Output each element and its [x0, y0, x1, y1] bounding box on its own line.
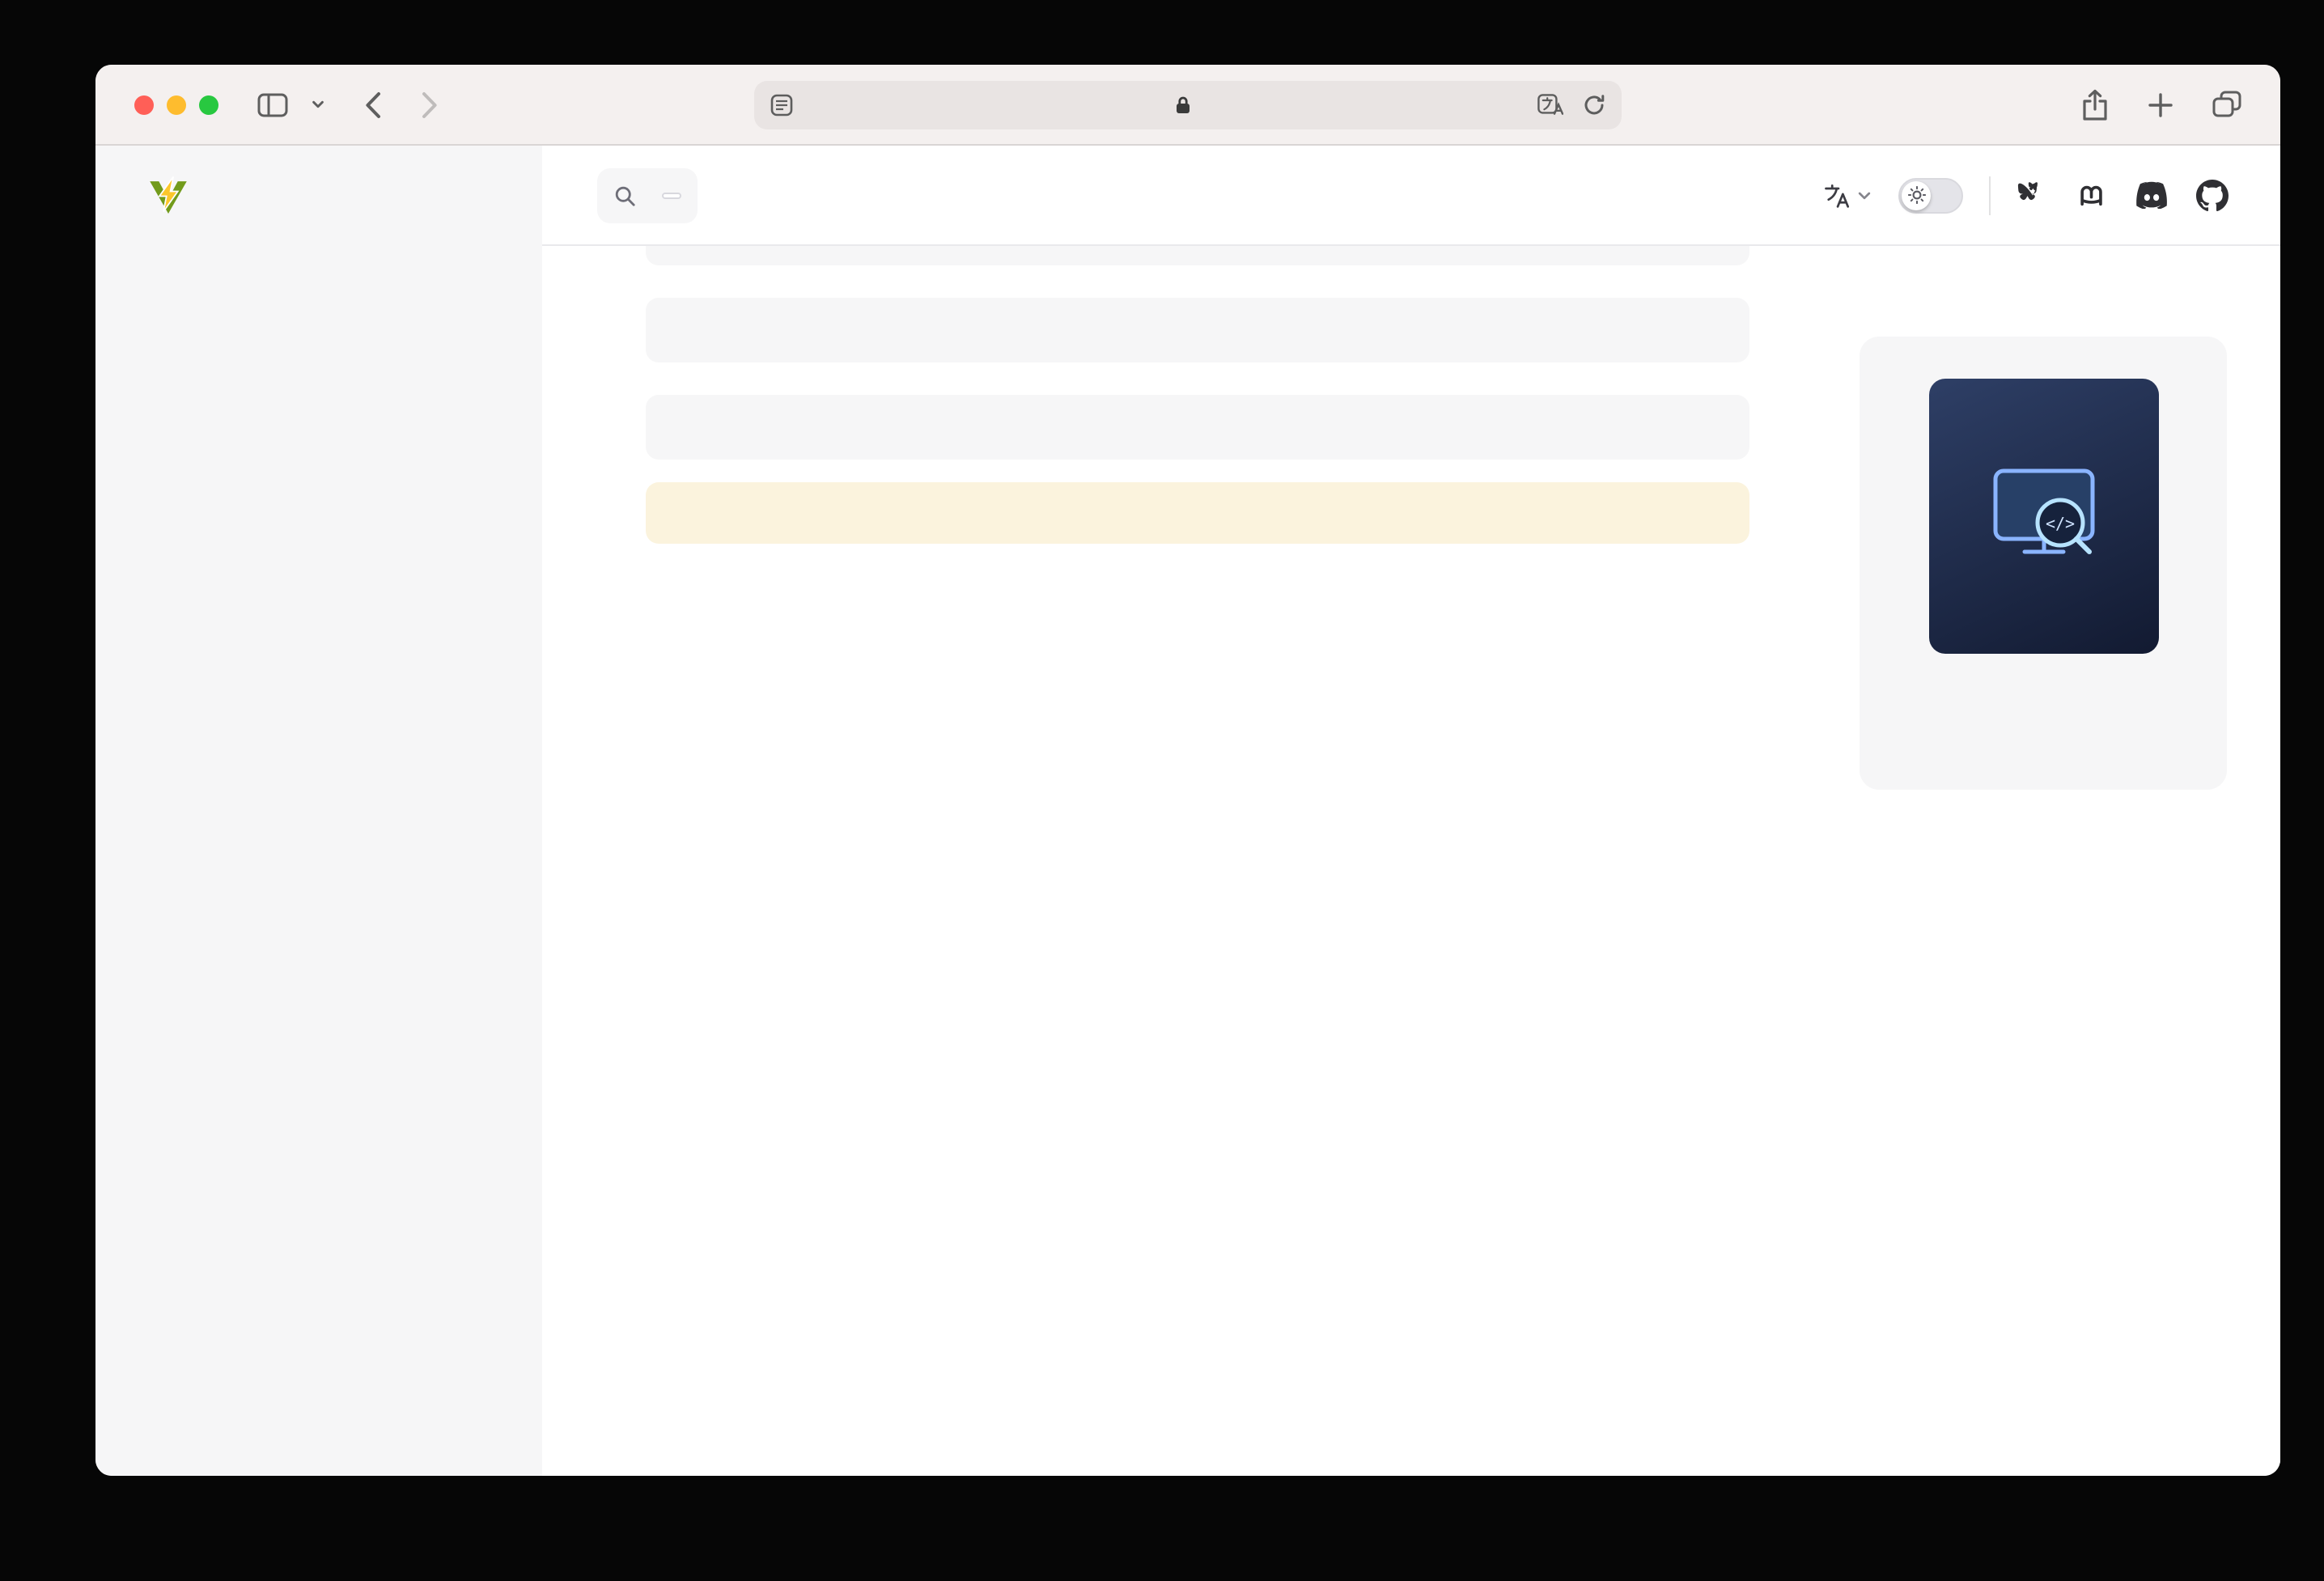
main-area: </>	[542, 146, 2280, 1476]
search-icon	[613, 184, 636, 206]
site-logo[interactable]	[95, 146, 542, 246]
bluesky-icon[interactable]	[2017, 180, 2049, 210]
navbar-extras	[1822, 176, 2229, 214]
sidebar	[95, 146, 542, 1476]
on-this-page: </>	[1860, 246, 2227, 1476]
content-area: </>	[542, 246, 2280, 1476]
toolbar-nav-group	[257, 90, 439, 119]
tab-overview-icon[interactable]	[2212, 91, 2241, 118]
close-window-button[interactable]	[134, 95, 154, 114]
vitest-logo-icon	[147, 175, 189, 217]
navbar-divider	[1989, 176, 1991, 214]
previous-code-block-clipped	[646, 246, 1749, 265]
theme-toggle-knob	[1902, 180, 1931, 210]
warning-callout	[646, 482, 1749, 544]
site-navbar	[542, 146, 2280, 246]
window-controls	[134, 95, 218, 114]
doc-column	[646, 246, 1749, 1476]
sponsor-card[interactable]: </>	[1860, 337, 2227, 790]
code-block-signature[interactable]	[646, 298, 1749, 362]
code-block-example[interactable]	[646, 395, 1749, 460]
language-menu[interactable]	[1822, 180, 1872, 210]
forward-button[interactable]	[421, 90, 439, 119]
discord-icon[interactable]	[2135, 181, 2169, 209]
translate-icon[interactable]	[1537, 94, 1563, 115]
sidebar-nav	[95, 246, 542, 269]
site-frame: </>	[95, 146, 2280, 1476]
chevron-down-icon	[1856, 187, 1872, 203]
theme-toggle[interactable]	[1898, 177, 1963, 213]
language-icon	[1822, 180, 1851, 210]
urlbar-actions	[1537, 93, 1605, 116]
browser-toolbar	[95, 65, 2280, 146]
share-icon[interactable]	[2081, 88, 2109, 121]
sun-icon	[1907, 186, 1925, 204]
reload-icon[interactable]	[1583, 93, 1605, 116]
sidebar-chevron-icon[interactable]	[311, 97, 325, 112]
desktop-background: </>	[0, 0, 2324, 1581]
search-input[interactable]	[597, 167, 698, 223]
sponsor-image: </>	[1928, 379, 2158, 654]
new-tab-icon[interactable]	[2148, 91, 2173, 117]
back-button[interactable]	[364, 90, 382, 119]
social-links	[2017, 179, 2229, 211]
sidebar-toggle-icon[interactable]	[257, 91, 288, 117]
url-text-group	[1175, 95, 1201, 114]
search-shortcut-badge	[662, 192, 681, 198]
code-search-illustration: </>	[1975, 448, 2111, 584]
mastodon-icon[interactable]	[2076, 179, 2107, 211]
svg-text:</>: </>	[2045, 514, 2074, 533]
zoom-window-button[interactable]	[199, 95, 218, 114]
lock-icon	[1175, 95, 1191, 114]
toolbar-right-group	[2081, 88, 2241, 121]
minimize-window-button[interactable]	[167, 95, 186, 114]
github-icon[interactable]	[2196, 179, 2229, 211]
browser-window: </>	[95, 65, 2280, 1476]
reader-icon[interactable]	[770, 93, 793, 116]
address-bar[interactable]	[754, 80, 1622, 129]
